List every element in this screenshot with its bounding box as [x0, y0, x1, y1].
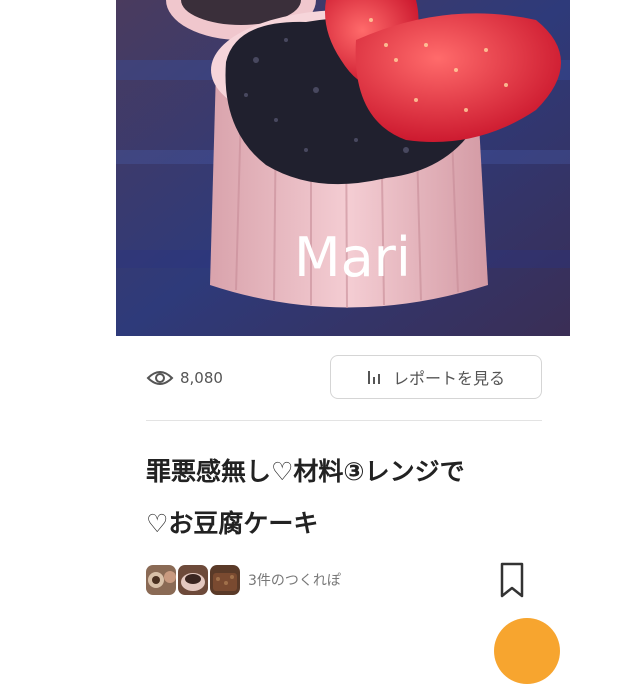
tsukurepo-count: 3件のつくれぽ — [248, 573, 341, 589]
divider — [146, 420, 542, 421]
view-report-label: レポートを見る — [392, 369, 505, 388]
tsukurepo-thumbnail — [210, 565, 240, 595]
view-report-button[interactable]: レポートを見る — [330, 355, 542, 399]
bookmark-button[interactable] — [496, 560, 528, 600]
recipe-title-line2: ♡お豆腐ケーキ — [146, 509, 319, 538]
floating-action-button[interactable] — [494, 618, 560, 684]
cake-photo: Mari — [116, 0, 570, 336]
tsukurepo-thumbnail — [178, 565, 208, 595]
recipe-hero-image: Mari — [116, 0, 570, 336]
view-count-value: 8,080 — [180, 369, 223, 387]
bookmark-icon — [500, 562, 524, 598]
photo-watermark: Mari — [294, 226, 411, 289]
tsukurepo-summary[interactable]: 3件のつくれぽ — [146, 562, 341, 598]
recipe-title-line1: 罪悪感無し♡材料③レンジで — [146, 457, 465, 486]
recipe-stats-bar: 8,080 レポートを見る — [146, 355, 542, 403]
view-count: 8,080 — [146, 369, 223, 387]
recipe-title: 罪悪感無し♡材料③レンジで ♡お豆腐ケーキ — [146, 446, 556, 550]
bar-chart-icon — [367, 371, 380, 384]
eye-icon — [146, 371, 174, 385]
tsukurepo-thumbnail — [146, 565, 176, 595]
